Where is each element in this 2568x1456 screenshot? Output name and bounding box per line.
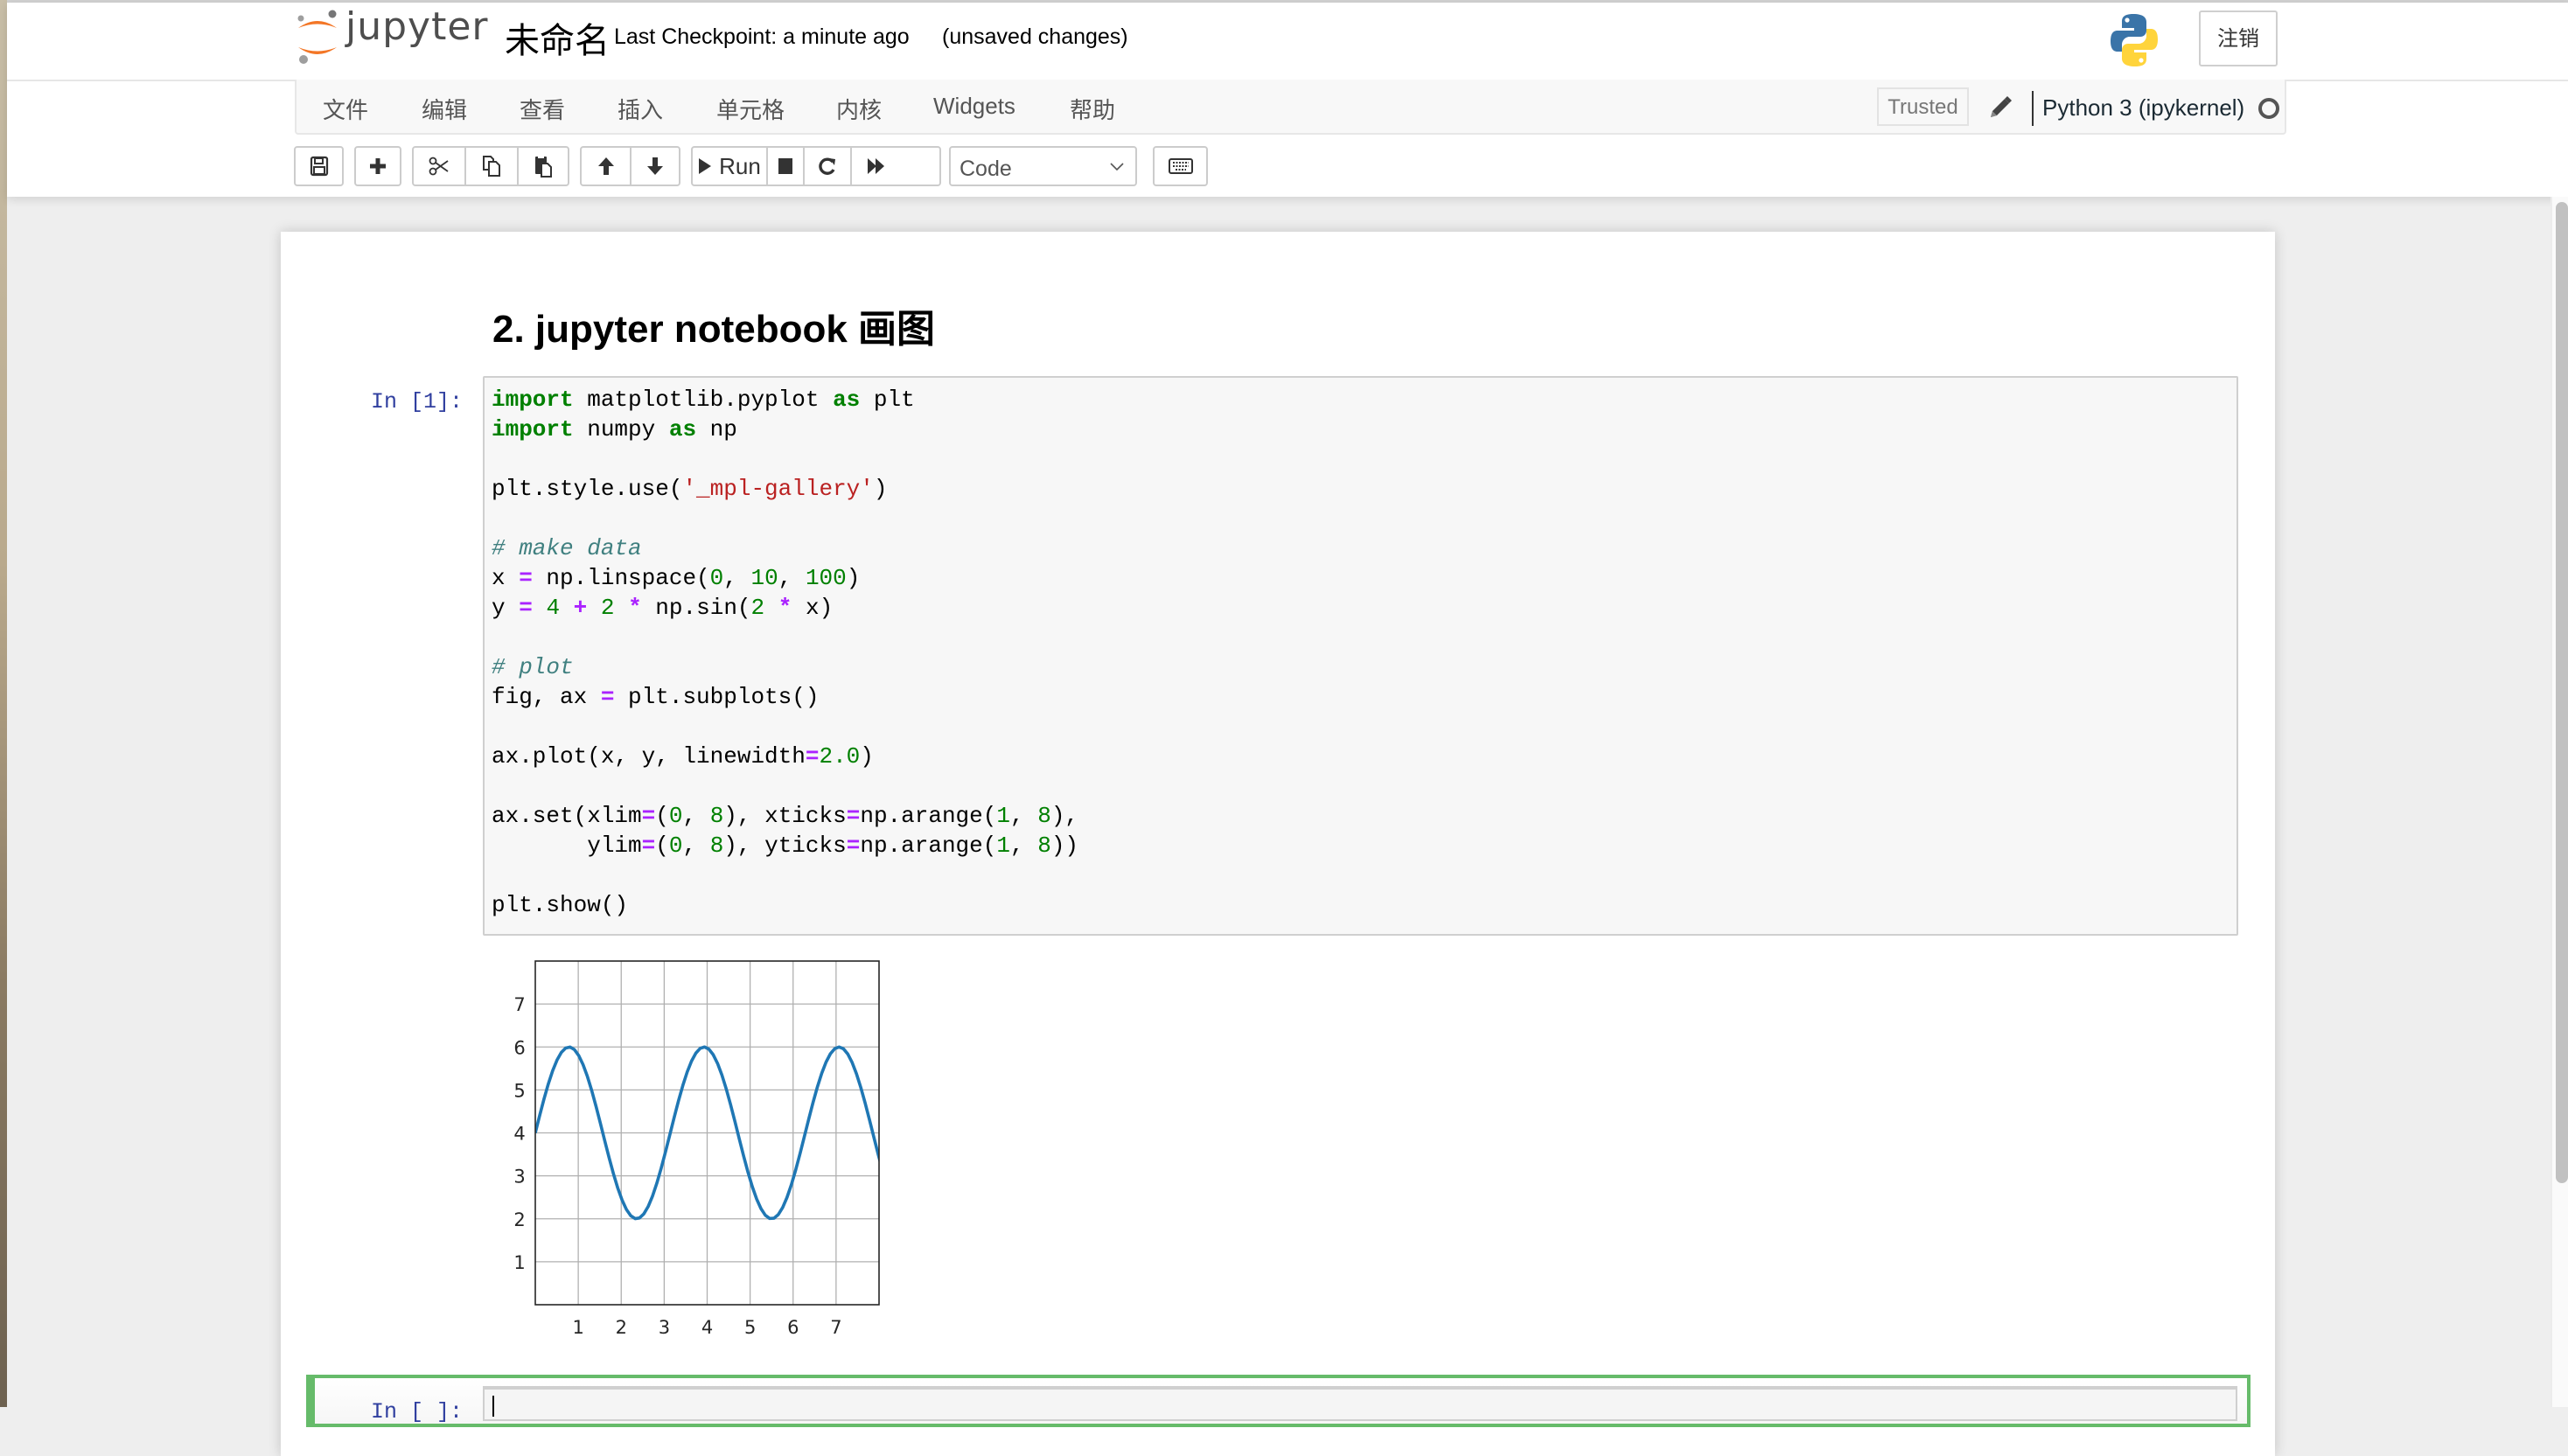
line-chart: 1 2 3 4 5 6 7 1 2 3 4 5 6 7 xyxy=(513,960,880,1338)
stop-icon xyxy=(778,158,792,174)
interrupt-button[interactable] xyxy=(768,148,805,185)
x-tick-label: 4 xyxy=(701,1317,713,1338)
menu-file[interactable]: 文件 xyxy=(323,93,368,125)
menu-view[interactable]: 查看 xyxy=(520,93,565,125)
y-tick-label: 4 xyxy=(513,1124,525,1145)
menu-cell[interactable]: 单元格 xyxy=(716,93,785,125)
restart-button[interactable] xyxy=(805,148,852,185)
pencil-icon[interactable] xyxy=(1987,94,2013,121)
cell-type-select[interactable]: Code xyxy=(949,146,1137,186)
insert-cell-button[interactable] xyxy=(356,148,400,185)
autosave-status: (unsaved changes) xyxy=(942,24,1128,49)
y-tick-label: 7 xyxy=(513,994,525,1015)
menu-widgets[interactable]: Widgets xyxy=(933,93,1015,120)
markdown-heading[interactable]: 2. jupyter notebook 画图 xyxy=(492,297,935,353)
restart-icon xyxy=(819,157,835,175)
cell1-code[interactable]: import matplotlib.pyplot as plt import n… xyxy=(492,385,1078,920)
checkpoint-status: Last Checkpoint: a minute ago xyxy=(614,24,910,49)
save-button[interactable] xyxy=(296,148,342,185)
menu-help[interactable]: 帮助 xyxy=(1070,93,1115,125)
cut-icon xyxy=(429,157,449,176)
fast-forward-icon xyxy=(868,158,884,174)
trusted-indicator[interactable]: Trusted xyxy=(1877,87,1969,126)
x-tick-label: 1 xyxy=(572,1317,583,1338)
chevron-down-icon xyxy=(1110,163,1124,171)
clipboard-group xyxy=(412,146,569,186)
restart-run-all-button[interactable] xyxy=(852,148,901,185)
desktop-wallpaper-strip xyxy=(0,0,7,1407)
save-group xyxy=(294,146,344,186)
python-logo-icon xyxy=(2111,14,2158,66)
cell2-prompt: In [ ]: xyxy=(371,1399,464,1425)
cell1-prompt: In [1]: xyxy=(371,389,464,415)
y-tick-label: 6 xyxy=(513,1037,525,1058)
play-icon xyxy=(699,158,712,174)
menu-edit[interactable]: 编辑 xyxy=(422,93,467,125)
arrow-down-icon xyxy=(647,157,663,175)
move-up-button[interactable] xyxy=(582,148,632,185)
run-button[interactable]: Run xyxy=(693,148,768,185)
logout-button[interactable]: 注销 xyxy=(2199,10,2278,66)
x-tick-label: 3 xyxy=(659,1317,670,1338)
move-group xyxy=(580,146,680,186)
paste-button[interactable] xyxy=(519,148,568,185)
kernel-separator xyxy=(2032,91,2034,126)
x-tick-label: 2 xyxy=(616,1317,627,1338)
kernel-idle-indicator-icon xyxy=(2258,98,2279,119)
keyboard-icon xyxy=(1168,158,1193,174)
cut-button[interactable] xyxy=(414,148,466,185)
paste-icon xyxy=(535,156,552,178)
text-cursor xyxy=(492,1396,494,1417)
x-tick-label: 7 xyxy=(830,1317,841,1338)
y-tick-label: 5 xyxy=(513,1080,525,1101)
copy-icon xyxy=(483,156,500,177)
y-tick-label: 3 xyxy=(513,1167,525,1188)
menu-insert[interactable]: 插入 xyxy=(618,93,663,125)
cell2-input-area[interactable] xyxy=(483,1386,2237,1421)
x-tick-label: 5 xyxy=(744,1317,756,1338)
copy-button[interactable] xyxy=(466,148,519,185)
notebook-name[interactable]: 未命名 xyxy=(505,12,610,63)
jupyter-logo-text: jupyter xyxy=(345,4,489,49)
run-group: Run xyxy=(691,146,941,186)
plus-icon xyxy=(370,158,386,174)
arrow-up-icon xyxy=(597,157,614,175)
scrollbar-thumb[interactable] xyxy=(2556,202,2568,1183)
x-tick-label: 6 xyxy=(787,1317,799,1338)
move-down-button[interactable] xyxy=(632,148,679,185)
insert-group xyxy=(354,146,401,186)
menu-kernel[interactable]: 内核 xyxy=(836,93,882,125)
kernel-name[interactable]: Python 3 (ipykernel) xyxy=(2042,94,2244,122)
run-label: Run xyxy=(719,152,761,179)
y-tick-label: 2 xyxy=(513,1209,525,1230)
y-tick-label: 1 xyxy=(513,1252,525,1273)
cell-type-value: Code xyxy=(960,157,1012,181)
command-palette-button[interactable] xyxy=(1153,146,1208,186)
save-icon xyxy=(310,156,328,177)
